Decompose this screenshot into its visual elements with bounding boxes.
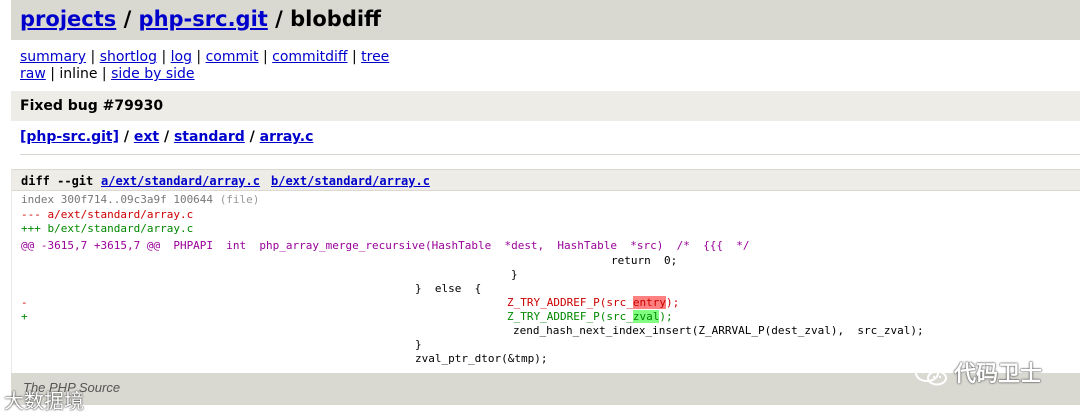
watermark-right: 代码卫士: [914, 356, 1042, 388]
diff-added-sign: +: [21, 310, 28, 323]
page-header: projects / php-src.git / blobdiff: [11, 0, 1080, 40]
commit-subject-bar: Fixed bug #79930: [11, 91, 1080, 121]
breadcrumb-file-link[interactable]: array.c: [260, 129, 314, 145]
nav-tree-link[interactable]: tree: [361, 49, 389, 65]
nav-raw-link[interactable]: raw: [20, 66, 46, 82]
diff-removed-sign: -: [21, 296, 28, 309]
nav-shortlog-link[interactable]: shortlog: [100, 49, 157, 65]
diff-b-file-link[interactable]: b/ext/standard/array.c: [271, 174, 430, 188]
diff-index-line: index 300f714..09c3a9f 100644 (file): [21, 193, 260, 206]
diff-command: diff --git: [21, 174, 94, 188]
breadcrumb-repo-link[interactable]: [php-src.git]: [20, 129, 119, 145]
page-title: projects / php-src.git / blobdiff: [20, 7, 382, 31]
diff-git-header: diff --git a/ext/standard/array.c b/ext/…: [12, 169, 1080, 191]
diff-context-line: }: [415, 338, 422, 351]
diff-added-line: Z_TRY_ADDREF_P(src_zval);: [507, 310, 673, 323]
diff-index-file-link[interactable]: (file): [220, 193, 260, 206]
divider: [20, 154, 1080, 155]
diff-context-line: return 0;: [611, 254, 678, 267]
page-nav: summary | shortlog | log | commit | comm…: [20, 49, 390, 82]
commit-subject: Fixed bug #79930: [20, 98, 164, 114]
nav-commit-link[interactable]: commit: [206, 49, 259, 65]
diff-block: diff --git a/ext/standard/array.c b/ext/…: [11, 169, 1080, 374]
diff-removed-line: Z_TRY_ADDREF_P(src_entry);: [507, 296, 680, 309]
breadcrumb-standard-link[interactable]: standard: [174, 129, 245, 145]
diff-context-line: zval_ptr_dtor(&tmp);: [415, 352, 548, 365]
diff-plus-file: +++ b/ext/standard/array.c: [21, 222, 194, 235]
diff-removed-highlight: entry: [632, 296, 666, 309]
nav-side-by-side-link[interactable]: side by side: [111, 66, 194, 82]
diff-minus-file: --- a/ext/standard/array.c: [21, 208, 194, 221]
breadcrumb-ext-link[interactable]: ext: [134, 129, 159, 145]
breadcrumb: [php-src.git] / ext / standard / array.c: [20, 129, 314, 145]
diff-context-line: } else {: [415, 282, 482, 295]
diff-context-line: zend_hash_next_index_insert(Z_ARRVAL_P(d…: [513, 324, 924, 337]
projects-link[interactable]: projects: [20, 7, 116, 31]
watermark-left-text: 大数据境: [4, 389, 84, 413]
watermark-left: 大数据境: [4, 385, 84, 414]
diff-a-file-link[interactable]: a/ext/standard/array.c: [101, 174, 260, 188]
action-label: blobdiff: [290, 7, 382, 31]
nav-inline-current: inline: [59, 66, 98, 82]
diff-context-line: }: [511, 268, 518, 281]
repo-link[interactable]: php-src.git: [139, 7, 268, 31]
nav-commitdiff-link[interactable]: commitdiff: [272, 49, 347, 65]
nav-summary-link[interactable]: summary: [20, 49, 86, 65]
nav-log-link[interactable]: log: [171, 49, 192, 65]
diff-hunk-header: @@ -3615,7 +3615,7 @@ PHPAPI int php_arr…: [21, 239, 750, 252]
diff-added-highlight: zval: [632, 310, 660, 323]
wechat-icon: [914, 364, 947, 386]
watermark-right-text: 代码卫士: [953, 362, 1042, 387]
